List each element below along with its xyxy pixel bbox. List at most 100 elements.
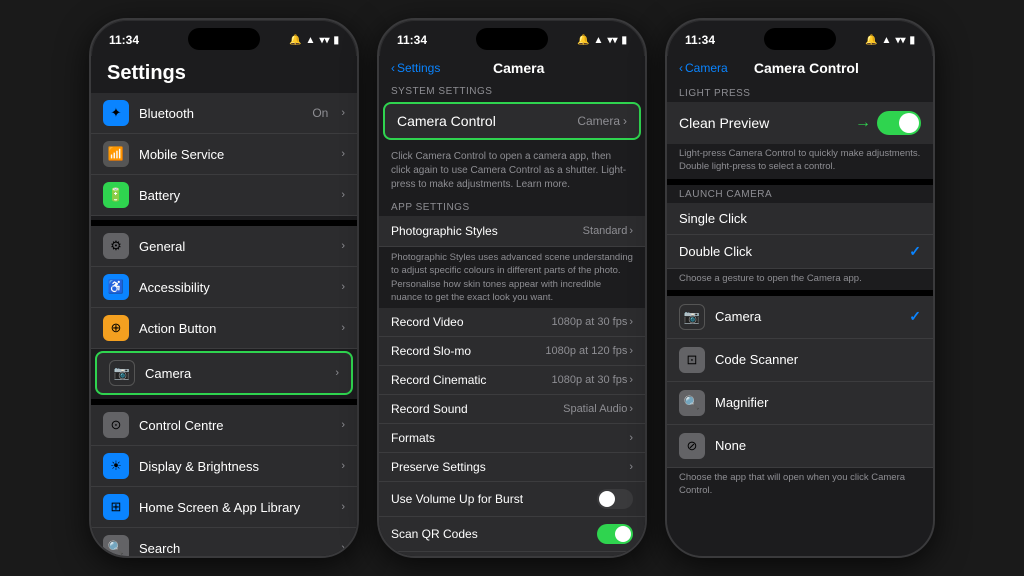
phone-2: 11:34 🔔 ▲ ▾▾ ▮ ‹ Settings Camera SYSTEM … — [377, 18, 647, 558]
settings-item-action-button[interactable]: ⊕ Action Button › — [91, 308, 357, 349]
launch-camera-header: LAUNCH CAMERA — [667, 185, 933, 203]
record-slomo-row[interactable]: Record Slo-mo 1080p at 120 fps› — [379, 337, 645, 366]
clean-preview-toggle[interactable] — [877, 111, 921, 135]
settings-item-search[interactable]: 🔍 Search › — [91, 528, 357, 556]
status-icons-1: 🔔 ▲ ▾▾ ▮ — [289, 35, 339, 46]
control-centre-label: Control Centre — [139, 418, 328, 433]
settings-item-camera[interactable]: 📷 Camera › — [95, 351, 353, 395]
scan-qr-row[interactable]: Scan QR Codes — [379, 517, 645, 552]
home-screen-icon: ⊞ — [103, 494, 129, 520]
wifi-icon-3: ▾▾ — [895, 35, 905, 46]
camera-control-val-text: Camera — [577, 114, 620, 128]
single-click-row[interactable]: Single Click — [667, 203, 933, 235]
home-screen-label: Home Screen & App Library — [139, 500, 328, 515]
settings-item-bluetooth[interactable]: ✦ Bluetooth On › — [91, 93, 357, 134]
battery-icon: ▮ — [333, 35, 339, 46]
camera-back-label: Camera — [685, 61, 728, 75]
app-option-camera[interactable]: 📷 Camera ✓ — [667, 296, 933, 339]
formats-row[interactable]: Formats › — [379, 424, 645, 453]
scan-qr-toggle[interactable] — [597, 524, 633, 544]
app-option-magnifier[interactable]: 🔍 Magnifier — [667, 382, 933, 425]
show-detected-row[interactable]: Show Detected Text — [379, 552, 645, 556]
camera-label: Camera — [145, 366, 322, 381]
phone-frame-3: 11:34 🔔 ▲ ▾▾ ▮ ‹ Camera Camera Control L… — [665, 18, 935, 558]
camera-app-label: Camera — [715, 309, 899, 324]
wifi-icon-2: ▾▾ — [607, 35, 617, 46]
mobile-icon: 📶 — [103, 141, 129, 167]
bell-icon-3: 🔔 — [865, 35, 877, 46]
photo-desc: Photographic Styles uses advanced scene … — [379, 247, 645, 308]
preserve-settings-row[interactable]: Preserve Settings › — [379, 453, 645, 482]
control-centre-icon: ⊙ — [103, 412, 129, 438]
settings-item-home-screen[interactable]: ⊞ Home Screen & App Library › — [91, 487, 357, 528]
bluetooth-icon: ✦ — [103, 100, 129, 126]
accessibility-label: Accessibility — [139, 280, 328, 295]
camera-settings-rows: Record Video 1080p at 30 fps› Record Slo… — [379, 308, 645, 556]
action-button-icon: ⊕ — [103, 315, 129, 341]
battery-icon-3: ▮ — [909, 35, 915, 46]
bell-icon-2: 🔔 — [577, 35, 589, 46]
record-video-value: 1080p at 30 fps› — [551, 316, 633, 328]
settings-item-mobile[interactable]: 📶 Mobile Service › — [91, 134, 357, 175]
double-click-row[interactable]: Double Click ✓ — [667, 235, 933, 269]
bluetooth-label: Bluetooth — [139, 106, 302, 121]
dynamic-island-1 — [188, 28, 260, 50]
status-time-3: 11:34 — [685, 33, 715, 47]
display-icon: ☀ — [103, 453, 129, 479]
battery-label: Battery — [139, 188, 328, 203]
display-chevron: › — [341, 460, 345, 472]
settings-back-button[interactable]: ‹ Settings — [391, 61, 440, 75]
settings-list: ✦ Bluetooth On › 📶 Mobile Service › 🔋 Ba… — [91, 93, 357, 556]
volume-burst-toggle[interactable] — [597, 489, 633, 509]
signal-icon-2: ▲ — [594, 35, 604, 46]
settings-section-general: ⚙ General › ♿ Accessibility › ⊕ Action B… — [91, 226, 357, 395]
light-press-header: LIGHT PRESS — [667, 82, 933, 102]
camera-control-row[interactable]: Camera Control Camera › — [383, 102, 641, 140]
camera-back-button[interactable]: ‹ Camera — [679, 61, 728, 75]
home-screen-chevron: › — [341, 501, 345, 513]
camera-control-chevron: › — [623, 114, 627, 128]
phone-3: 11:34 🔔 ▲ ▾▾ ▮ ‹ Camera Camera Control L… — [665, 18, 935, 558]
none-label: None — [715, 438, 921, 453]
app-options-list: 📷 Camera ✓ ⊡ Code Scanner 🔍 Magnifier ⊘ … — [667, 296, 933, 468]
scan-qr-knob — [615, 526, 631, 542]
settings-item-battery[interactable]: 🔋 Battery › — [91, 175, 357, 216]
camera-icon: 📷 — [109, 360, 135, 386]
clean-preview-row: Clean Preview → — [667, 102, 933, 144]
settings-section-display: ⊙ Control Centre › ☀ Display & Brightnes… — [91, 405, 357, 556]
general-icon: ⚙ — [103, 233, 129, 259]
camera-nav-bar: ‹ Settings Camera — [379, 56, 645, 82]
status-time-1: 11:34 — [109, 33, 139, 47]
settings-section-connectivity: ✦ Bluetooth On › 📶 Mobile Service › 🔋 Ba… — [91, 93, 357, 216]
display-label: Display & Brightness — [139, 459, 328, 474]
status-time-2: 11:34 — [397, 33, 427, 47]
signal-icon: ▲ — [306, 35, 316, 46]
app-option-code-scanner[interactable]: ⊡ Code Scanner — [667, 339, 933, 382]
app-option-none[interactable]: ⊘ None — [667, 425, 933, 468]
record-cinematic-row[interactable]: Record Cinematic 1080p at 30 fps› — [379, 366, 645, 395]
magnifier-label: Magnifier — [715, 395, 921, 410]
settings-item-general[interactable]: ⚙ General › — [91, 226, 357, 267]
mobile-chevron: › — [341, 148, 345, 160]
dynamic-island-3 — [764, 28, 836, 50]
app-settings-label: APP SETTINGS — [379, 198, 645, 216]
photographic-chevron: › — [629, 225, 633, 237]
record-sound-row[interactable]: Record Sound Spatial Audio› — [379, 395, 645, 424]
search-icon: 🔍 — [103, 535, 129, 556]
bell-icon: 🔔 — [289, 35, 301, 46]
settings-item-display[interactable]: ☀ Display & Brightness › — [91, 446, 357, 487]
photographic-styles-row[interactable]: Photographic Styles Standard › — [379, 216, 645, 247]
accessibility-chevron: › — [341, 281, 345, 293]
action-button-chevron: › — [341, 322, 345, 334]
record-video-row[interactable]: Record Video 1080p at 30 fps› — [379, 308, 645, 337]
preserve-settings-chevron: › — [629, 461, 633, 473]
camera-control-nav-bar: ‹ Camera Camera Control — [667, 56, 933, 82]
back-chevron-icon: ‹ — [391, 61, 395, 75]
camera-control-desc: Click Camera Control to open a camera ap… — [379, 146, 645, 198]
settings-item-control-centre[interactable]: ⊙ Control Centre › — [91, 405, 357, 446]
gesture-desc: Choose a gesture to open the Camera app. — [667, 269, 933, 290]
camera-app-check: ✓ — [909, 308, 921, 325]
settings-item-accessibility[interactable]: ♿ Accessibility › — [91, 267, 357, 308]
volume-burst-row[interactable]: Use Volume Up for Burst — [379, 482, 645, 517]
camera-app-icon: 📷 — [679, 304, 705, 330]
